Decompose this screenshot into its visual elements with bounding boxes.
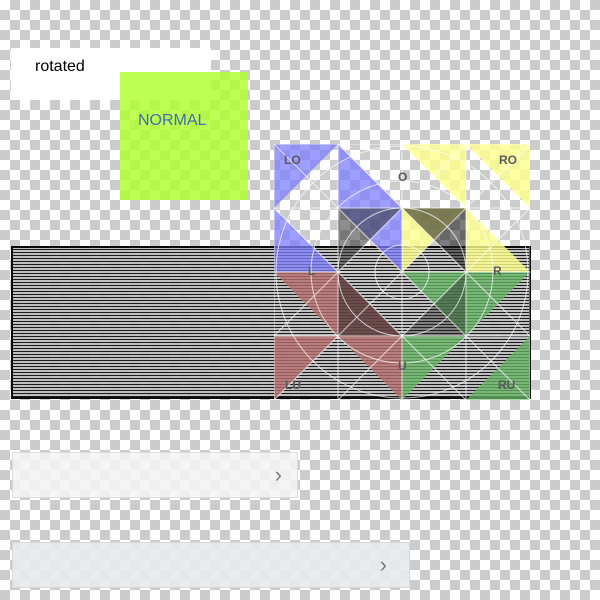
collapsed-row-2[interactable]: › [12,542,410,588]
grid-label-o: O [398,170,407,184]
normal-label-box: NORMAL [120,72,248,200]
normal-label: NORMAL [138,112,207,129]
collapsed-row-1[interactable]: › [12,452,298,498]
grid-label-l: L [308,264,315,278]
grid-label-u: U [398,359,407,373]
orientation-grid-svg: LO O RO L R LU U RU [274,144,530,400]
orientation-grid: LO O RO L R LU U RU [274,144,530,400]
grid-label-lu: LU [285,378,301,392]
grid-label-ro: RO [499,153,517,167]
chevron-right-icon[interactable]: › [275,464,282,486]
grid-label-ru: RU [498,378,515,392]
grid-label-lo: LO [284,153,301,167]
rotated-label: rotated [35,58,85,75]
grid-label-r: R [493,264,502,278]
chevron-right-icon[interactable]: › [380,554,387,576]
canvas: { "labels": { "rotated": "rotated", "nor… [0,0,600,600]
